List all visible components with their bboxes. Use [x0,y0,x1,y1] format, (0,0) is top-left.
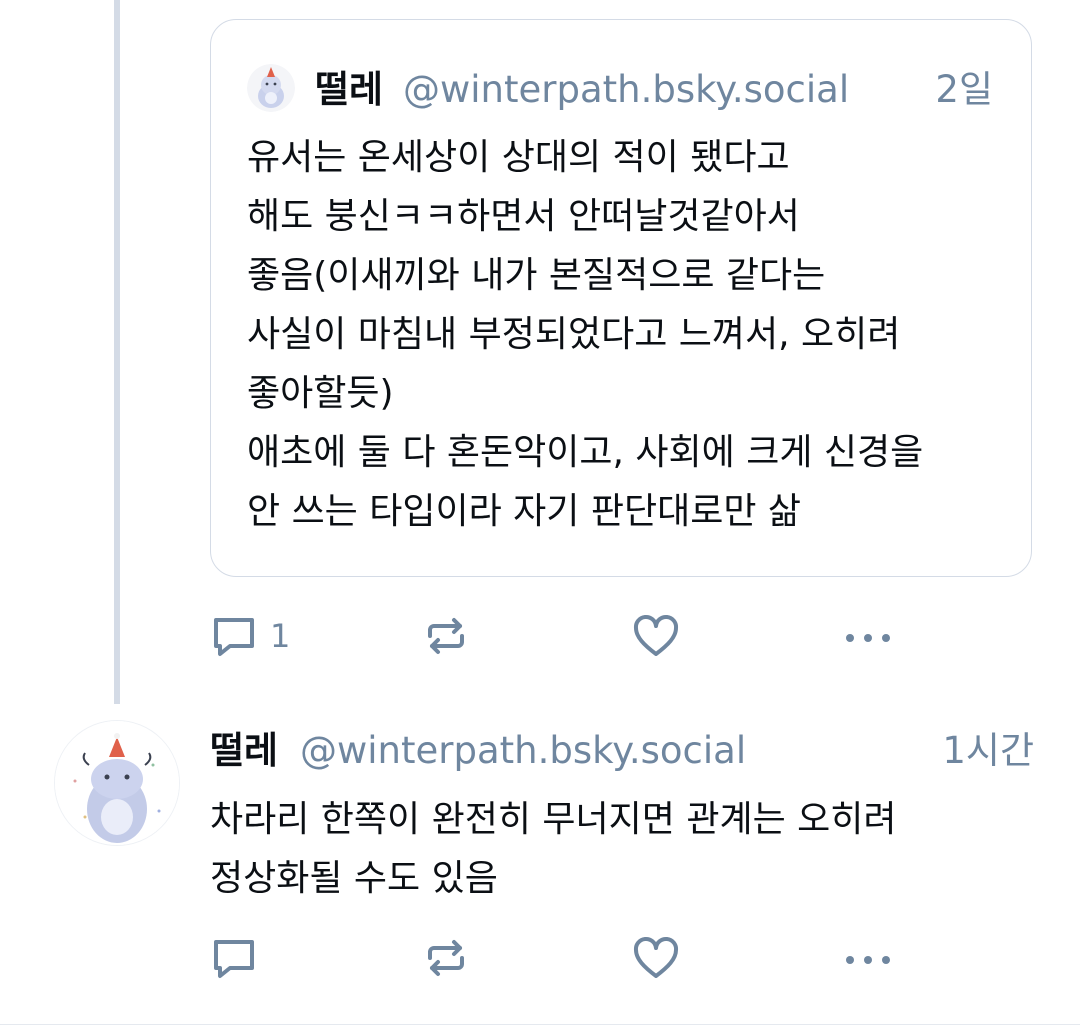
reply-button[interactable] [210,930,258,986]
reply-post-text: 차라리 한쪽이 완전히 무너지면 관계는 오히려 정상화될 수도 있음 [210,790,897,908]
reply-count: 1 [270,617,291,655]
more-options-button[interactable] [842,608,894,664]
quoted-text-line: 안 쓰는 타입이라 자기 판단대로만 삶 [247,491,802,532]
quoted-text-line: 유서는 온세상이 상대의 적이 됐다고 [247,137,790,178]
quoted-author-name[interactable]: 떨레 [315,68,383,112]
repost-button[interactable] [422,930,470,986]
like-button[interactable] [632,608,680,664]
reply-icon [210,612,258,660]
quoted-text-line: 좋아할듯) [247,373,394,414]
reply-author-handle[interactable]: @winterpath.bsky.social [300,728,746,774]
reply-post-actions [210,930,910,986]
repost-icon [422,612,470,660]
quoted-text-line: 좋음(이새끼와 내가 본질적으로 같다는 [247,255,826,296]
quoted-post-card[interactable]: 떨레 @winterpath.bsky.social 2일 유서는 온세상이 상… [210,19,1032,577]
quoted-text-line: 해도 붕신ㅋㅋ하면서 안떠날것같아서 [247,196,800,237]
post-divider [0,1024,1080,1025]
more-options-button[interactable] [842,930,894,986]
quoted-text-line: 애초에 둘 다 혼돈악이고, 사회에 크게 신경을 [247,432,924,473]
thread-line [114,0,120,704]
reply-author-name[interactable]: 떨레 [210,728,278,774]
more-icon [842,612,894,660]
quoted-text-line: 사실이 마침내 부정되었다고 느껴서, 오히려 [247,314,901,355]
repost-icon [422,934,470,982]
quoted-author-handle[interactable]: @winterpath.bsky.social [403,68,849,112]
parent-post-actions: 1 [210,608,910,664]
quoted-author-avatar[interactable] [247,64,295,112]
quoted-post-text: 유서는 온세상이 상대의 적이 됐다고 해도 붕신ㅋㅋ하면서 안떠날것같아서 좋… [247,128,1017,541]
reply-icon [210,934,258,982]
reply-post-time[interactable]: 1시간 [942,728,1034,774]
more-icon [842,934,894,982]
like-button[interactable] [632,930,680,986]
reply-text-line: 차라리 한쪽이 완전히 무너지면 관계는 오히려 [210,799,897,840]
like-icon [632,612,680,660]
repost-button[interactable] [422,608,470,664]
reply-text-line: 정상화될 수도 있음 [210,858,498,899]
reply-button[interactable]: 1 [210,608,290,664]
like-icon [632,934,680,982]
reply-author-avatar[interactable] [54,720,180,846]
quoted-post-time[interactable]: 2일 [935,68,993,112]
